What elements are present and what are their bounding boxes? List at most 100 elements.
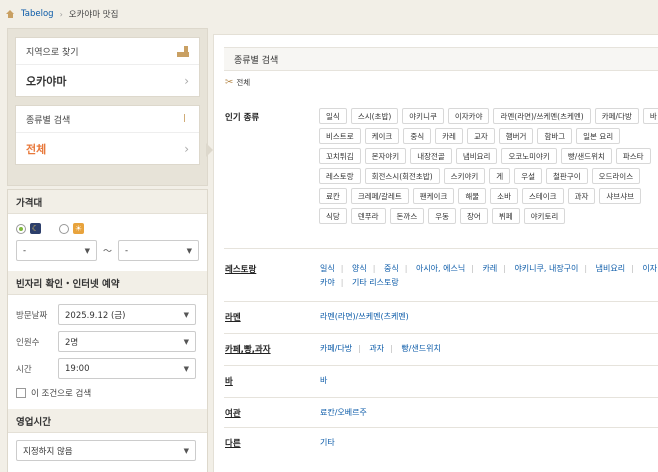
- genre-tag[interactable]: 일본 요리: [576, 128, 621, 144]
- area-search-title: 지역으로 찾기: [26, 47, 79, 58]
- dinner-radio[interactable]: [16, 223, 26, 234]
- genre-tag[interactable]: 케이크: [364, 128, 400, 144]
- fork-knife-icon: 𝍷: [180, 111, 189, 125]
- genre-tag[interactable]: 함바그: [537, 128, 573, 144]
- genre-tag[interactable]: 비스트로: [319, 128, 361, 144]
- date-row: 방문날짜 2025.9.12 (금) ▼: [8, 304, 207, 325]
- genre-tag[interactable]: 크레페/갈레트: [350, 188, 409, 204]
- genre-tag[interactable]: 빵/샌드위치: [560, 148, 612, 164]
- genre-tag[interactable]: 오드라이스: [591, 168, 641, 184]
- genre-tag[interactable]: 철판구이: [546, 168, 588, 184]
- chevron-down-icon: ▼: [183, 364, 189, 373]
- genre-tag[interactable]: 몬자야키: [364, 148, 407, 164]
- hours-select[interactable]: 지정하지 않음 ▼: [16, 440, 196, 461]
- genre-tag[interactable]: 카레: [435, 128, 463, 144]
- people-select[interactable]: 2명 ▼: [58, 331, 196, 352]
- genre-tag[interactable]: 덴푸라: [350, 208, 386, 224]
- genre-crumb: ✂ 전체: [225, 77, 250, 88]
- price-to-select[interactable]: - ▼: [118, 240, 199, 261]
- genre-tag[interactable]: 이자카야: [447, 108, 490, 124]
- genre-search-card: 종류별 검색 𝍷 전체 ›: [15, 105, 200, 165]
- category-label[interactable]: 다른: [225, 437, 241, 449]
- building-icon: [177, 45, 189, 57]
- category-label[interactable]: 레스토랑: [225, 263, 256, 275]
- chevron-right-icon: ›: [184, 141, 189, 156]
- genre-tag[interactable]: 레스토랑: [319, 168, 361, 184]
- genre-tag[interactable]: 소바: [490, 188, 518, 204]
- category-link[interactable]: 카레: [482, 264, 505, 273]
- genre-tag[interactable]: 스시(초밥): [350, 108, 399, 124]
- genre-tag[interactable]: 오코노미야키: [501, 148, 557, 164]
- genre-tag[interactable]: 야키토리: [523, 208, 566, 224]
- category-links: 바: [320, 374, 658, 388]
- category-link[interactable]: 카페/다방: [320, 344, 361, 353]
- area-select-button[interactable]: 오카야마 ›: [16, 65, 199, 96]
- category-link[interactable]: 일식: [320, 264, 343, 273]
- sun-icon: ☀: [73, 223, 84, 234]
- genre-tag[interactable]: 파스타: [615, 148, 651, 164]
- genre-tag[interactable]: 게: [489, 168, 511, 184]
- category-link[interactable]: 아시아, 에스닉: [416, 264, 474, 273]
- home-icon: [6, 10, 15, 18]
- genre-tag[interactable]: 스테이크: [521, 188, 564, 204]
- category-link[interactable]: 기타 리스토랑: [352, 278, 399, 287]
- category-link[interactable]: 료칸/오베르주: [320, 408, 367, 417]
- date-label: 방문날짜: [16, 310, 48, 321]
- price-to-value: -: [125, 245, 129, 256]
- genre-tag[interactable]: 장어: [460, 208, 488, 224]
- genre-tag[interactable]: 팬케이크: [412, 188, 455, 204]
- time-value: 19:00: [65, 363, 90, 374]
- visit-date-select[interactable]: 2025.9.12 (금) ▼: [58, 304, 196, 325]
- category-link[interactable]: 냄비요리: [596, 264, 634, 273]
- genre-tag[interactable]: 교자: [466, 128, 495, 144]
- category-label[interactable]: 바: [225, 375, 233, 387]
- genre-tag[interactable]: 카페/다방: [594, 108, 639, 124]
- genre-tag[interactable]: 야키니쿠: [402, 108, 444, 124]
- condition-row: 이 조건으로 검색: [8, 387, 207, 399]
- moon-icon: ☾: [30, 223, 41, 234]
- category-link[interactable]: 빵/샌드위치: [401, 344, 441, 353]
- category-link[interactable]: 야키니쿠, 내장구이: [514, 264, 587, 273]
- category-label[interactable]: 라멘: [225, 311, 241, 323]
- reserve-title: 빈자리 확인・인터넷 예약: [8, 271, 207, 295]
- genre-select-button[interactable]: 전체 ›: [16, 133, 199, 164]
- category-link[interactable]: 기타: [320, 438, 335, 447]
- category-link[interactable]: 라멘(라면)/쓰케멘(츠케멘): [320, 312, 409, 321]
- genre-tag[interactable]: 라멘(라면)/쓰케멘(츠케멘): [493, 108, 591, 124]
- genre-tag[interactable]: 돈까스: [389, 208, 425, 224]
- genre-tag[interactable]: 우동: [428, 208, 457, 224]
- hours-row: 지정하지 않음 ▼: [8, 440, 207, 461]
- breadcrumb-home-link[interactable]: Tabelog: [21, 9, 54, 19]
- genre-tag[interactable]: 바: [642, 108, 658, 124]
- genre-tag[interactable]: 일식: [319, 108, 347, 124]
- genre-tag[interactable]: 해물: [458, 188, 487, 204]
- price-from-select[interactable]: - ▼: [16, 240, 97, 261]
- time-select[interactable]: 19:00 ▼: [58, 358, 196, 379]
- genre-tag[interactable]: 회전스시(회전초밥): [364, 168, 440, 184]
- genre-tag[interactable]: 꼬치튀김: [319, 148, 361, 164]
- category-link[interactable]: 중식: [384, 264, 407, 273]
- genre-tag[interactable]: 과자: [567, 188, 596, 204]
- genre-tag[interactable]: 내장전골: [410, 148, 452, 164]
- category-label[interactable]: 여관: [225, 407, 241, 419]
- genre-tag[interactable]: 스키야키: [443, 168, 486, 184]
- genre-tag[interactable]: 냄비요리: [455, 148, 498, 164]
- category-links: 기타: [320, 436, 658, 450]
- popular-label: 인기 종류: [225, 113, 260, 123]
- category-link[interactable]: 과자: [369, 344, 392, 353]
- genre-tag[interactable]: 햄버거: [498, 128, 534, 144]
- genre-tag[interactable]: 뷔페: [491, 208, 520, 224]
- category-links: 일식 양식 중식 아시아, 에스닉 카레 야키니쿠, 내장구이 냄비요리 이자카…: [320, 262, 658, 290]
- genre-tag[interactable]: 중식: [403, 128, 432, 144]
- genre-tag[interactable]: 식당: [319, 208, 347, 224]
- category-label[interactable]: 카페,빵,과자: [225, 343, 271, 355]
- filter-panel: 가격대 ☾ ☀ - ▼ 〜 - ▼ 빈자리 확인・인터넷 예약 방문날짜 202…: [7, 189, 208, 472]
- genre-tag[interactable]: 우설: [514, 168, 542, 184]
- condition-checkbox[interactable]: [16, 388, 26, 398]
- chevron-down-icon: ▼: [183, 310, 189, 319]
- category-link[interactable]: 양식: [352, 264, 375, 273]
- lunch-radio[interactable]: [59, 223, 69, 234]
- genre-tag[interactable]: 샤브샤브: [599, 188, 642, 204]
- category-link[interactable]: 바: [320, 376, 327, 385]
- genre-tag[interactable]: 료칸: [319, 188, 347, 204]
